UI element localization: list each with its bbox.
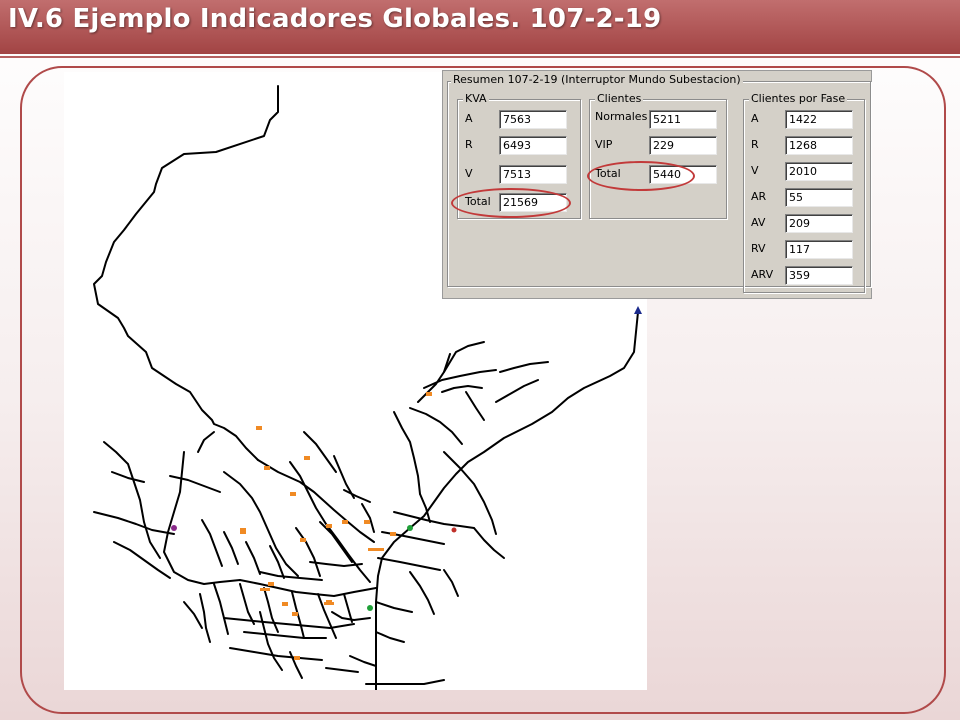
fase-label-a: A (751, 112, 759, 125)
fase-field-a[interactable]: 1422 (785, 110, 853, 129)
switch-icon (171, 525, 177, 531)
kva-total-highlight (451, 188, 571, 218)
fase-field-av[interactable]: 209 (785, 214, 853, 233)
slide-title: IV.6 Ejemplo Indicadores Globales. 107-2… (8, 4, 662, 34)
clientes-field-normales[interactable]: 5211 (649, 110, 717, 129)
fase-field-v[interactable]: 2010 (785, 162, 853, 181)
fase-field-r[interactable]: 1268 (785, 136, 853, 155)
fase-label-v: V (751, 164, 759, 177)
clientes-label-vip: VIP (595, 138, 613, 151)
fase-label-r: R (751, 138, 759, 151)
fase-label-arv: ARV (751, 268, 774, 281)
clientes-label-normales: Normales (595, 110, 648, 123)
fase-label-ar: AR (751, 190, 767, 203)
fase-label-av: AV (751, 216, 766, 229)
switch-icon (407, 525, 413, 531)
title-bar: IV.6 Ejemplo Indicadores Globales. 107-2… (0, 0, 960, 54)
switch-icon (451, 527, 457, 533)
fase-group-title: Clientes por Fase (749, 92, 848, 105)
clientes-field-vip[interactable]: 229 (649, 136, 717, 155)
kva-field-v[interactable]: 7513 (499, 165, 567, 184)
fase-field-arv[interactable]: 359 (785, 266, 853, 285)
fase-field-rv[interactable]: 117 (785, 240, 853, 259)
kva-field-a[interactable]: 7563 (499, 110, 567, 129)
substation-icon (634, 306, 642, 314)
clientes-group-title: Clientes (595, 92, 644, 105)
kva-group-title: KVA (463, 92, 489, 105)
fase-label-rv: RV (751, 242, 766, 255)
summary-dialog: Resumen 107-2-19 (Interruptor Mundo Sube… (442, 70, 872, 299)
summary-group-title: Resumen 107-2-19 (Interruptor Mundo Sube… (451, 73, 743, 86)
kva-label-a: A (465, 112, 473, 125)
kva-field-r[interactable]: 6493 (499, 136, 567, 155)
fase-field-ar[interactable]: 55 (785, 188, 853, 207)
load-markers (240, 392, 432, 660)
switch-icon (367, 605, 373, 611)
kva-label-v: V (465, 167, 473, 180)
title-underline (0, 56, 960, 58)
kva-label-r: R (465, 138, 473, 151)
clientes-total-highlight (587, 161, 695, 191)
